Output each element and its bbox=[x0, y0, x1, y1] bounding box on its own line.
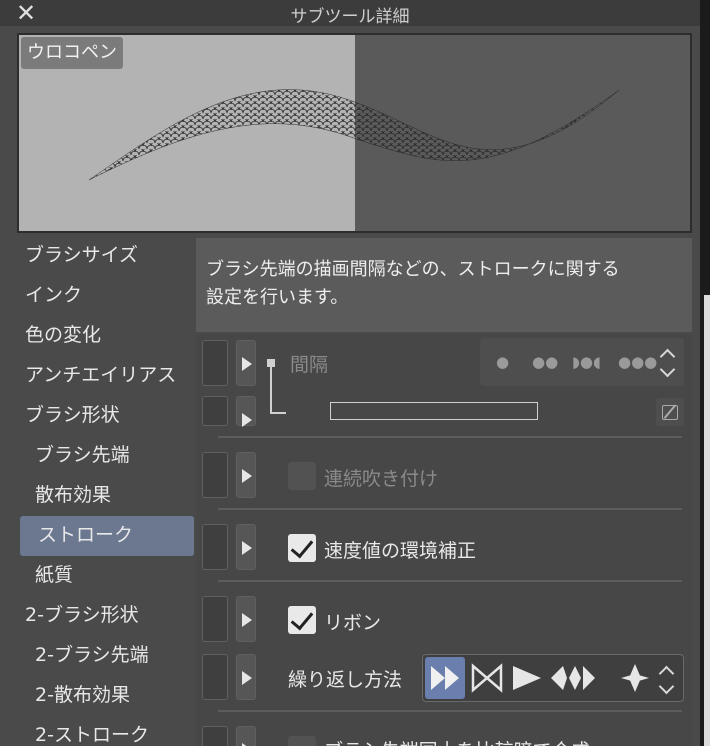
spacing-preset-4-icon[interactable]: ●●● bbox=[618, 338, 657, 386]
velocity-correction-label: 速度値の環境補正 bbox=[324, 540, 477, 562]
repeat-diamond-button[interactable] bbox=[615, 657, 655, 699]
category-description: ブラシ先端の描画間隔などの、ストロークに関する 設定を行います。 bbox=[196, 238, 692, 332]
continuous-spray-pressure-box[interactable] bbox=[202, 452, 228, 498]
brush-name-label: ウロコペン bbox=[21, 37, 123, 69]
category-2-brush-shape[interactable]: 2-ブラシ形状 bbox=[17, 596, 197, 636]
ribbon-label: リボン bbox=[324, 612, 382, 634]
category-texture[interactable]: 紙質 bbox=[17, 556, 197, 596]
spacing-value-arrow[interactable] bbox=[236, 396, 256, 427]
velocity-correction-checkbox[interactable] bbox=[288, 534, 316, 562]
repeat-once-button[interactable] bbox=[507, 657, 547, 699]
brush-preview: ウロコペン bbox=[17, 33, 692, 233]
spacing-preset-2-icon[interactable]: ●● bbox=[532, 338, 558, 386]
category-list: ブラシサイズ インク 色の変化 アンチエイリアス ブラシ形状 ブラシ先端 散布効… bbox=[17, 236, 197, 746]
category-brush-size[interactable]: ブラシサイズ bbox=[17, 236, 197, 276]
velocity-pressure-box[interactable] bbox=[202, 524, 228, 570]
compare-brightness-label: ブラシ先端同士を比較暗で合成 bbox=[324, 736, 590, 746]
spacing-expand-arrow[interactable] bbox=[236, 340, 256, 386]
continuous-spray-checkbox[interactable] bbox=[288, 462, 316, 490]
window-title: サブツール詳細 bbox=[290, 7, 410, 27]
ribbon-pressure-box[interactable] bbox=[202, 596, 228, 642]
spin-up-icon[interactable] bbox=[659, 665, 675, 679]
canvas-edge bbox=[700, 0, 710, 746]
description-line-2: 設定を行います。 bbox=[206, 287, 349, 308]
category-anti-aliasing[interactable]: アンチエイリアス bbox=[17, 356, 197, 396]
separator bbox=[218, 710, 682, 712]
spacing-link-icon bbox=[267, 359, 286, 414]
spacing-slider[interactable] bbox=[330, 402, 538, 420]
fast-forward-icon bbox=[431, 666, 459, 690]
repeat-forward-button[interactable] bbox=[425, 657, 465, 699]
category-2-brush-tip[interactable]: 2-ブラシ先端 bbox=[17, 636, 197, 676]
spacing-preset-1-icon[interactable]: ● bbox=[496, 338, 509, 386]
category-spray-effect[interactable]: 散布効果 bbox=[17, 476, 197, 516]
repeat-reverse-button[interactable] bbox=[547, 657, 595, 699]
velocity-arrow[interactable] bbox=[236, 524, 256, 570]
compare-pressure-box[interactable] bbox=[202, 726, 228, 746]
repeat-pressure-box[interactable] bbox=[202, 654, 228, 700]
continuous-spray-arrow[interactable] bbox=[236, 452, 256, 498]
ribbon-checkbox[interactable] bbox=[288, 606, 316, 634]
no-entry-icon[interactable] bbox=[656, 398, 684, 426]
category-ink[interactable]: インク bbox=[17, 276, 197, 316]
category-color-jitter[interactable]: 色の変化 bbox=[17, 316, 197, 356]
spin-down-icon[interactable] bbox=[659, 683, 675, 697]
settings-panel: 間隔 ● ●● ◗●◖ ●●● 連続吹き付け 速度値の環境補正 リボン 繰り返し… bbox=[196, 334, 692, 746]
category-brush-tip[interactable]: ブラシ先端 bbox=[17, 436, 197, 476]
repeat-arrow[interactable] bbox=[236, 654, 256, 700]
sparkle-icon bbox=[621, 664, 649, 692]
separator bbox=[218, 580, 682, 582]
spacing-preset-3-icon[interactable]: ◗●◖ bbox=[572, 338, 601, 386]
compare-brightness-checkbox[interactable] bbox=[288, 736, 316, 746]
spacing-label: 間隔 bbox=[290, 354, 329, 376]
description-line-1: ブラシ先端の描画間隔などの、ストロークに関する bbox=[206, 259, 620, 280]
spacing-preset-selector[interactable]: ● ●● ◗●◖ ●●● bbox=[480, 338, 684, 386]
category-brush-shape[interactable]: ブラシ形状 bbox=[17, 396, 197, 436]
continuous-spray-label: 連続吹き付け bbox=[324, 468, 439, 490]
category-2-stroke[interactable]: 2-ストローク bbox=[17, 716, 197, 746]
play-icon bbox=[513, 666, 541, 690]
spacing-value-pressure-box[interactable] bbox=[202, 396, 228, 426]
ribbon-arrow[interactable] bbox=[236, 596, 256, 642]
diamond-arrow-icon bbox=[551, 666, 595, 690]
separator bbox=[218, 436, 682, 438]
repeat-pingpong-button[interactable] bbox=[467, 657, 507, 699]
bowtie-icon bbox=[471, 663, 503, 693]
spin-up-icon[interactable] bbox=[660, 348, 676, 362]
canvas-paper bbox=[704, 295, 710, 746]
spin-down-icon[interactable] bbox=[660, 366, 676, 380]
separator bbox=[218, 508, 682, 510]
category-stroke[interactable]: ストローク bbox=[20, 516, 194, 556]
title-bar: ✕ サブツール詳細 bbox=[0, 0, 700, 27]
compare-arrow[interactable] bbox=[236, 726, 256, 746]
spacing-pressure-box[interactable] bbox=[202, 340, 228, 386]
repeat-method-label: 繰り返し方法 bbox=[288, 669, 403, 691]
category-2-spray-effect[interactable]: 2-散布効果 bbox=[17, 676, 197, 716]
repeat-method-selector[interactable] bbox=[422, 654, 684, 702]
